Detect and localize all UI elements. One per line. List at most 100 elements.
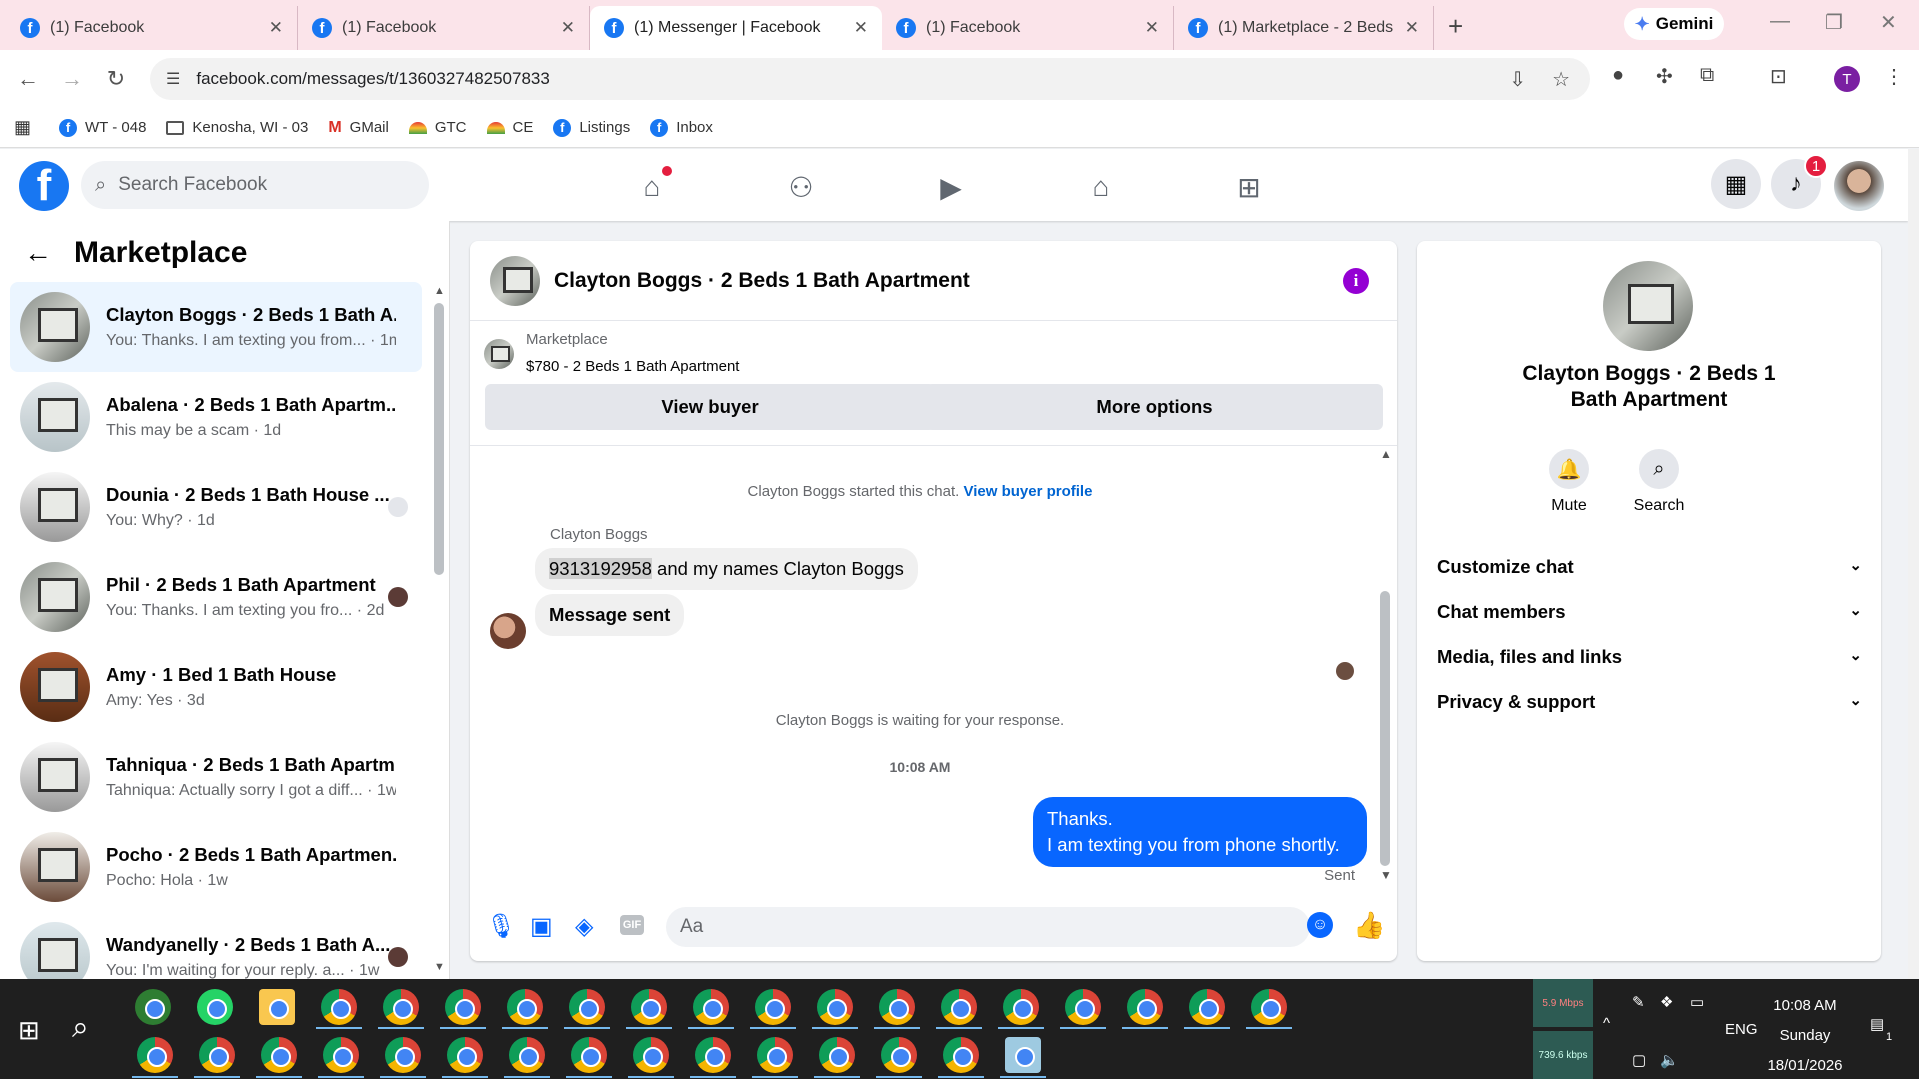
browser-tab-active[interactable]: f (1) Messenger | Facebook ✕ <box>590 6 882 50</box>
back-arrow-icon[interactable]: ← <box>24 237 52 269</box>
apps-grid-icon[interactable]: ▦ <box>14 117 31 138</box>
chrome-icon[interactable] <box>817 989 853 1025</box>
incoming-message[interactable]: Message sent <box>535 594 685 636</box>
close-icon[interactable]: ✕ <box>854 18 868 38</box>
conversation-item[interactable]: Tahniqua · 2 Beds 1 Bath Apartm... Tahniq… <box>10 732 422 822</box>
dropbox-icon[interactable]: ❖ <box>1660 993 1673 1011</box>
chrome-icon[interactable] <box>941 989 977 1025</box>
microphone-icon[interactable]: 🎙 <box>486 912 516 941</box>
minimize-icon[interactable]: — <box>1770 10 1790 33</box>
chrome-icon[interactable] <box>1065 989 1101 1025</box>
bookmark-item[interactable]: f Inbox <box>650 118 713 137</box>
chrome-icon[interactable] <box>571 1037 607 1073</box>
menu-grid-icon[interactable]: ▦ <box>1711 159 1761 209</box>
chrome-icon[interactable] <box>323 1037 359 1073</box>
scroll-up-arrow-icon[interactable]: ▲ <box>434 285 445 297</box>
incoming-message[interactable]: 9313192958 and my names Clayton Boggs <box>535 548 918 590</box>
chrome-icon[interactable] <box>879 989 915 1025</box>
restore-icon[interactable]: ❐ <box>1825 10 1843 35</box>
bookmark-item[interactable]: f WT - 048 <box>59 118 146 137</box>
bookmark-item[interactable]: Kenosha, WI - 03 <box>166 119 308 136</box>
chrome-icon[interactable] <box>819 1037 855 1073</box>
chevron-up-icon[interactable]: ^ <box>1603 1015 1610 1032</box>
facebook-logo[interactable]: f <box>19 161 69 211</box>
close-icon[interactable]: ✕ <box>1145 18 1159 38</box>
mute-button[interactable]: 🔔 Mute <box>1529 449 1609 515</box>
listing-title[interactable]: $780 - 2 Beds 1 Bath Apartment <box>526 358 739 375</box>
view-buyer-button[interactable]: View buyer <box>485 384 935 430</box>
media-files-links-section[interactable]: Media, files and links ⌄ <box>1437 646 1862 668</box>
chrome-icon[interactable] <box>1251 989 1287 1025</box>
list-scrollbar-thumb[interactable] <box>434 303 444 575</box>
pen-icon[interactable]: ✎ <box>1632 993 1645 1011</box>
conversation-item[interactable]: Abalena · 2 Beds 1 Bath Apartm... This ma… <box>10 372 422 462</box>
bookmark-item[interactable]: GTC <box>408 119 467 136</box>
windows-start-icon[interactable]: ⊞ <box>18 1015 40 1046</box>
chrome-icon[interactable] <box>943 1037 979 1073</box>
url-bar[interactable]: ☰ facebook.com/messages/t/13603274825078… <box>150 58 1590 100</box>
message-input[interactable]: Aa <box>666 907 1310 947</box>
chrome-icon[interactable] <box>199 1037 235 1073</box>
forward-icon[interactable]: → <box>50 66 94 92</box>
chrome-icon[interactable] <box>881 1037 917 1073</box>
bookmark-star-icon[interactable]: ☆ <box>1552 67 1570 92</box>
browser-tab[interactable]: f (1) Facebook ✕ <box>882 6 1174 50</box>
chrome-icon[interactable] <box>1127 989 1163 1025</box>
info-icon[interactable]: i <box>1343 268 1369 294</box>
whatsapp-icon[interactable] <box>197 989 233 1025</box>
chrome-icon[interactable] <box>445 989 481 1025</box>
outgoing-message[interactable]: Thanks. I am texting you from phone short… <box>1033 797 1367 867</box>
volume-icon[interactable]: 🔈 <box>1660 1051 1679 1069</box>
page-scrollbar[interactable] <box>1908 149 1919 979</box>
chrome-icon[interactable] <box>757 1037 793 1073</box>
network-icon[interactable]: ▢ <box>1632 1051 1646 1069</box>
chat-title[interactable]: Clayton Boggs · 2 Beds 1 Bath Apartment <box>554 269 970 293</box>
bookmark-item[interactable]: f Listings <box>553 118 630 137</box>
chrome-icon[interactable] <box>755 989 791 1025</box>
customize-chat-section[interactable]: Customize chat ⌄ <box>1437 556 1862 578</box>
sticker-icon[interactable]: ◈ <box>575 912 593 941</box>
conversation-item[interactable]: Dounia · 2 Beds 1 Bath House ... You: Why… <box>10 462 422 552</box>
gif-icon[interactable]: GIF <box>620 915 644 935</box>
conversation-item[interactable]: Amy · 1 Bed 1 Bath House Amy: Yes · 3d <box>10 642 422 732</box>
view-buyer-profile-link[interactable]: View buyer profile <box>964 483 1093 500</box>
photo-icon[interactable]: ▣ <box>530 912 553 941</box>
browser-tab[interactable]: f (1) Facebook ✕ <box>6 6 298 50</box>
chrome-icon[interactable] <box>1003 989 1039 1025</box>
close-icon[interactable]: ✕ <box>1405 18 1419 38</box>
scroll-down-arrow-icon[interactable]: ▼ <box>1380 868 1392 882</box>
new-tab-button[interactable]: + <box>1448 11 1463 42</box>
browser-profile-avatar[interactable]: T <box>1834 66 1860 92</box>
puzzle-icon[interactable]: ⧉ <box>1700 64 1714 87</box>
browser-tab[interactable]: f (1) Facebook ✕ <box>298 6 590 50</box>
more-options-button[interactable]: More options <box>926 384 1383 430</box>
close-icon[interactable]: ✕ <box>269 18 283 38</box>
chrome-icon[interactable] <box>261 1037 297 1073</box>
back-icon[interactable]: ← <box>6 66 50 92</box>
search-icon[interactable]: ⌕ <box>72 1011 89 1045</box>
install-icon[interactable]: ⇩ <box>1509 67 1526 92</box>
chat-members-section[interactable]: Chat members ⌄ <box>1437 601 1862 623</box>
file-explorer-icon[interactable] <box>259 989 295 1025</box>
gemini-button[interactable]: ✦ Gemini <box>1624 8 1724 40</box>
chat-scrollbar-thumb[interactable] <box>1380 591 1390 866</box>
chrome-icon[interactable] <box>633 1037 669 1073</box>
chrome-icon[interactable] <box>447 1037 483 1073</box>
facebook-search-input[interactable]: ⌕ Search Facebook <box>81 161 429 209</box>
emoji-icon[interactable]: ☺ <box>1307 912 1333 938</box>
chrome-icon[interactable] <box>695 1037 731 1073</box>
extension-icon[interactable]: ✣ <box>1656 64 1673 89</box>
conversation-item[interactable]: Phil · 2 Beds 1 Bath Apartment You: Thank… <box>10 552 422 642</box>
chrome-icon[interactable] <box>631 989 667 1025</box>
chrome-icon[interactable] <box>383 989 419 1025</box>
chrome-icon[interactable] <box>385 1037 421 1073</box>
video-icon[interactable]: ▶ <box>931 167 971 207</box>
account-avatar[interactable] <box>1834 161 1884 211</box>
contact-avatar[interactable] <box>1603 261 1693 351</box>
chrome-icon[interactable] <box>693 989 729 1025</box>
conversation-item[interactable]: Pocho · 2 Beds 1 Bath Apartmen... Pocho: … <box>10 822 422 912</box>
bookmark-item[interactable]: CE <box>486 119 533 136</box>
browser-tab[interactable]: f (1) Marketplace - 2 Beds 1 Bath ✕ <box>1174 6 1434 50</box>
chrome-icon[interactable] <box>321 989 357 1025</box>
friends-icon[interactable]: ⚇ <box>781 167 821 207</box>
